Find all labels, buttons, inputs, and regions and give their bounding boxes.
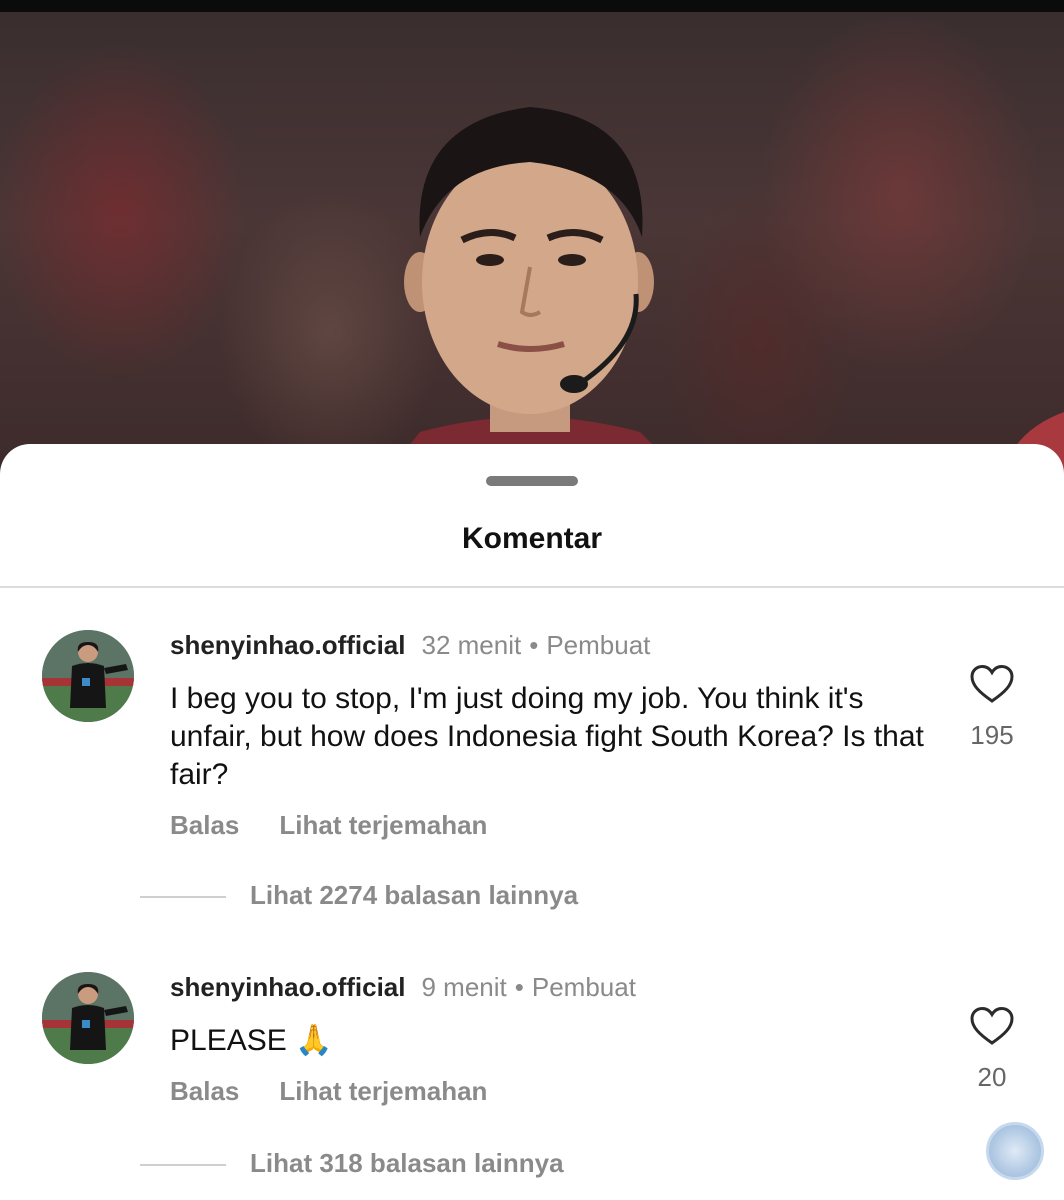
comment-actions: Balas Lihat terjemahan <box>170 810 487 841</box>
see-translation-button[interactable]: Lihat terjemahan <box>279 1076 487 1106</box>
referee-photo <box>380 107 1064 482</box>
view-replies-button[interactable]: Lihat 318 balasan lainnya <box>140 1148 564 1179</box>
view-replies-label[interactable]: Lihat 318 balasan lainnya <box>250 1148 564 1178</box>
creator-label: Pembuat <box>531 972 636 1002</box>
timestamp: 32 menit <box>421 630 522 660</box>
view-replies-label[interactable]: Lihat 2274 balasan lainnya <box>250 880 578 910</box>
comment-actions: Balas Lihat terjemahan <box>170 1076 487 1107</box>
comment-meta: shenyinhao.official 9 menit • Pembuat <box>170 972 636 1003</box>
post-image <box>0 12 1064 482</box>
avatar[interactable] <box>42 972 134 1064</box>
avatar[interactable] <box>42 630 134 722</box>
comment-text: PLEASE 🙏 <box>170 1024 333 1057</box>
avatar-photo <box>42 630 134 722</box>
timestamp: 9 menit <box>421 972 507 1002</box>
header-divider <box>0 586 1064 588</box>
view-replies-button[interactable]: Lihat 2274 balasan lainnya <box>140 880 578 911</box>
see-translation-button[interactable]: Lihat terjemahan <box>279 810 487 840</box>
reply-button[interactable]: Balas <box>170 810 239 840</box>
heart-icon[interactable] <box>969 664 1015 704</box>
replies-divider-line <box>140 1164 226 1167</box>
username[interactable]: shenyinhao.official <box>170 630 406 660</box>
like-button[interactable]: 195 <box>966 664 1018 751</box>
replies-divider-line <box>140 896 226 899</box>
drag-handle[interactable] <box>486 476 578 486</box>
like-button[interactable]: 20 <box>966 1006 1018 1093</box>
separator-dot: • <box>529 630 539 660</box>
comments-sheet: Komentar <box>0 444 1064 1200</box>
like-count: 195 <box>970 720 1014 750</box>
comment-text: I beg you to stop, I'm just doing my job… <box>170 682 924 791</box>
status-bar <box>0 0 1064 12</box>
username[interactable]: shenyinhao.official <box>170 972 406 1002</box>
like-count: 20 <box>977 1062 1007 1092</box>
separator-dot: • <box>514 972 524 1002</box>
sheet-title: Komentar <box>461 522 603 555</box>
heart-icon[interactable] <box>969 1006 1015 1046</box>
comment-meta: shenyinhao.official 32 menit • Pembuat <box>170 630 650 661</box>
watermark-badge <box>986 1122 1044 1180</box>
reply-button[interactable]: Balas <box>170 1076 239 1106</box>
avatar-photo <box>42 972 134 1064</box>
creator-label: Pembuat <box>546 630 651 660</box>
